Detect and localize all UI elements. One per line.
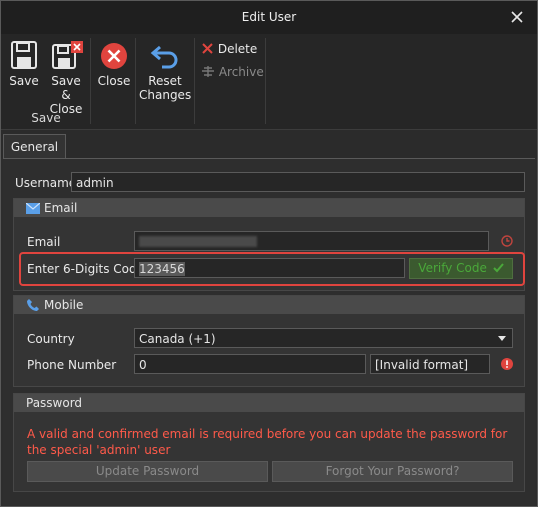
email-redacted-value [139, 236, 257, 247]
email-label: Email [27, 235, 61, 249]
username-label: Username [15, 176, 77, 190]
save-button[interactable]: Save [7, 41, 41, 88]
close-icon[interactable] [509, 9, 525, 25]
archive-button[interactable]: Archive [201, 65, 264, 79]
ribbon-separator [135, 38, 136, 124]
tab-general[interactable]: General [3, 134, 66, 159]
phone-number-field[interactable]: 0 [134, 354, 366, 374]
username-field[interactable]: admin [71, 172, 525, 192]
verification-highlight-box [19, 252, 525, 286]
country-label: Country [27, 332, 75, 346]
close-button[interactable]: Close [95, 41, 133, 88]
mobile-section-title: Mobile [44, 298, 84, 312]
envelope-icon [26, 203, 40, 214]
save-and-close-button[interactable]: Save & Close [45, 41, 87, 116]
delete-x-icon [202, 43, 213, 54]
email-section-header: Email [14, 199, 524, 217]
country-value: Canada (+1) [139, 332, 216, 346]
error-icon [501, 358, 513, 370]
phone-number-label: Phone Number [27, 358, 117, 372]
close-circle-icon [101, 43, 127, 69]
title-bar: Edit User [1, 1, 537, 34]
country-select[interactable]: Canada (+1) [134, 328, 513, 348]
save-close-label-line1: Save & [51, 74, 81, 102]
delete-label: Delete [217, 42, 258, 56]
update-password-button[interactable]: Update Password [27, 461, 268, 482]
reset-label-line1: Reset [148, 74, 182, 88]
password-section-header: Password [14, 394, 524, 412]
phone-icon [27, 299, 39, 311]
archive-icon [202, 66, 214, 77]
save-group-label: Save [31, 111, 61, 125]
mobile-section-header: Mobile [14, 296, 524, 314]
ribbon-separator [265, 38, 266, 124]
floppy-disk-icon [11, 41, 37, 69]
save-button-label: Save [9, 74, 39, 88]
close-button-label: Close [97, 74, 131, 88]
reset-changes-button[interactable]: Reset Changes [139, 41, 191, 102]
window-title: Edit User [241, 10, 297, 24]
forgot-password-button[interactable]: Forgot Your Password? [272, 461, 513, 482]
archive-label: Archive [218, 65, 264, 79]
edit-user-window: Edit User Save Save & Close Save Close R… [0, 0, 538, 507]
password-warning-text: A valid and confirmed email is required … [27, 427, 508, 457]
undo-arrow-icon [150, 45, 178, 69]
tab-strip: General [1, 130, 537, 159]
clock-icon [501, 235, 513, 247]
reset-label-line2: Changes [139, 88, 192, 102]
email-field[interactable] [134, 231, 489, 251]
delete-button[interactable]: Delete [201, 42, 257, 56]
email-section-title: Email [44, 201, 78, 215]
phone-format-status: [Invalid format] [370, 354, 490, 374]
ribbon-separator [90, 38, 91, 124]
chevron-down-icon [498, 336, 506, 341]
ribbon-toolbar: Save Save & Close Save Close Reset Chang… [1, 34, 537, 130]
password-section-title: Password [26, 396, 83, 410]
ribbon-separator [194, 38, 195, 124]
floppy-disk-close-icon [52, 41, 83, 69]
